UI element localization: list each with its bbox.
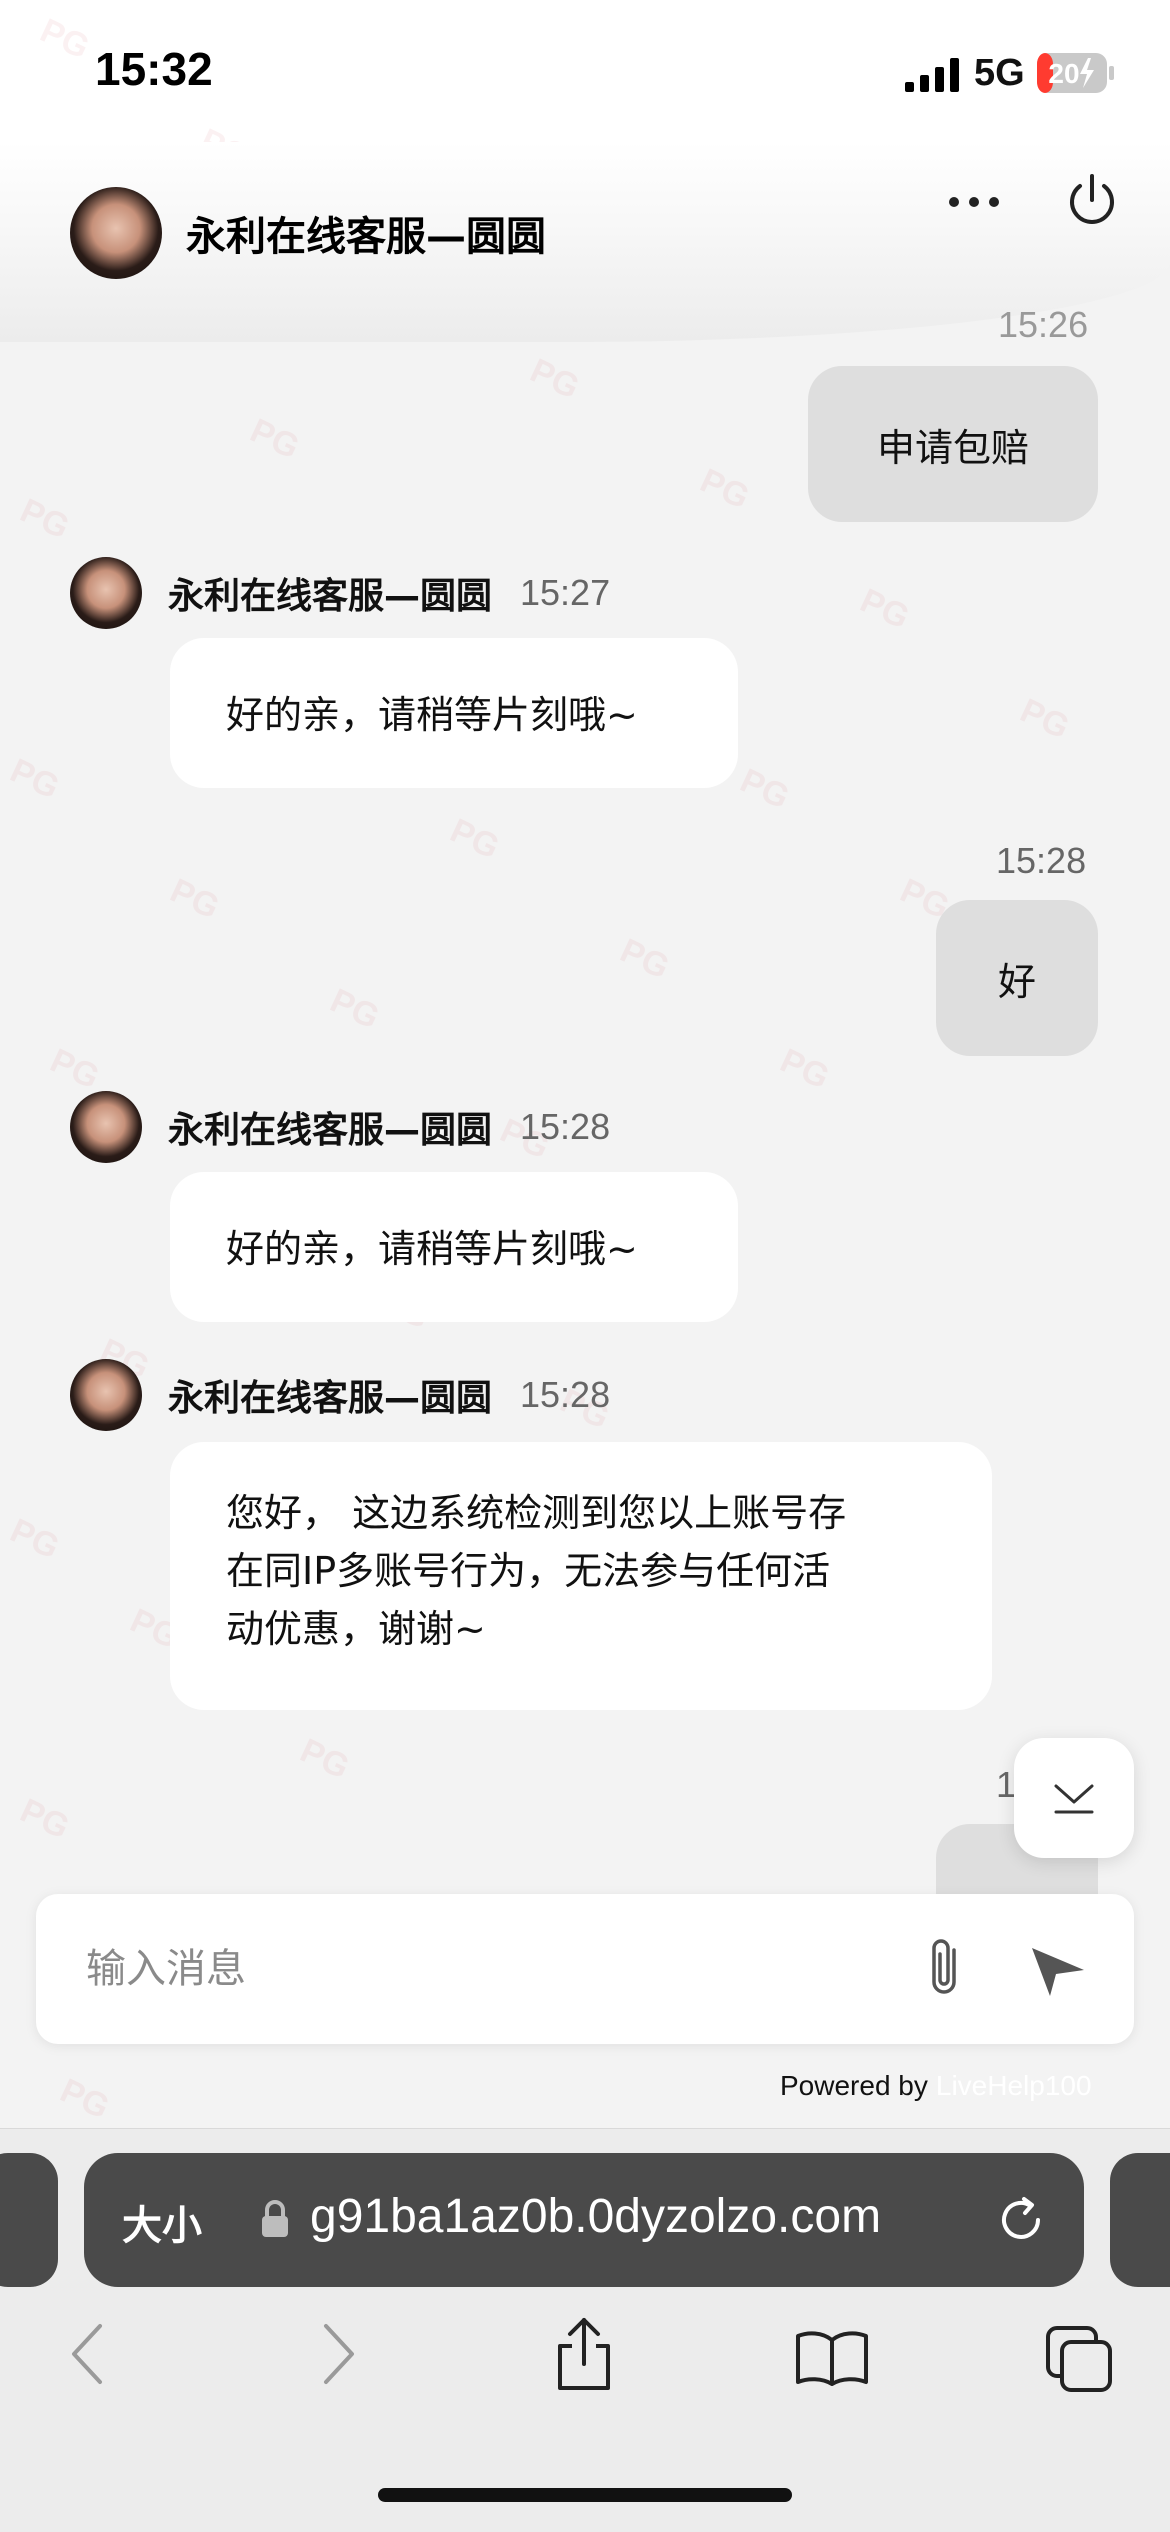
message-bubble-outgoing: 申请包赔 [808,366,1098,522]
chevron-down-icon [1054,1784,1094,1814]
message-bubble-incoming: 您好， 这边系统检测到您以上账号存 在同IP多账号行为，无法参与任何活 动优惠，… [170,1442,992,1710]
watermark: PG [14,1791,76,1847]
address-bar[interactable]: 大小 g91ba1az0b.0dyzolzo.com [84,2153,1084,2287]
watermark: PG [54,2071,116,2127]
battery-level: 20 [1048,58,1079,89]
status-bar: 15:32 5G 20 [0,0,1170,142]
attachment-icon[interactable] [916,1936,972,2002]
message-time: 15:28 [996,840,1087,881]
agent-message-header: 永利在线客服—圆圆 15:27 [70,556,610,630]
agent-avatar [70,1091,142,1163]
watermark: PG [294,1731,356,1787]
powered-by: Powered by LiveHelp100 [780,2070,1092,2102]
agent-name: 永利在线客服—圆圆 [168,1110,493,1151]
previous-tab-preview[interactable] [0,2153,58,2287]
next-tab-preview[interactable] [1110,2153,1170,2287]
message-time: 15:28 [520,1106,611,1147]
scroll-to-bottom-button[interactable] [1014,1738,1134,1858]
agent-avatar [70,557,142,629]
home-indicator[interactable] [378,2488,792,2502]
battery-icon: 20 [1037,53,1114,93]
watermark: PG [854,581,916,637]
message-time: 15:27 [520,572,611,613]
watermark: PG [4,1511,66,1567]
tabs-icon[interactable] [1044,2324,1114,2394]
message-bubble-incoming: 好的亲，请稍等片刻哦~ [170,638,738,788]
watermark: PG [14,491,76,547]
watermark: PG [1014,691,1076,747]
message-line: 在同IP多账号行为，无法参与任何活 [226,1549,831,1593]
reload-icon[interactable] [994,2193,1048,2247]
back-icon[interactable] [66,2320,110,2388]
agent-name: 永利在线客服—圆圆 [168,1378,493,1419]
watermark: PG [244,411,306,467]
power-icon[interactable] [1064,172,1120,228]
message-line: 动优惠，谢谢~ [226,1607,486,1651]
message-line: 您好， 这边系统检测到您以上账号存 [226,1491,847,1535]
message-time: 15:26 [998,304,1089,345]
watermark: PG [694,461,756,517]
share-icon[interactable] [552,2316,616,2392]
agent-message-header: 永利在线客服—圆圆 15:28 [70,1358,610,1432]
status-time: 15:32 [95,43,213,95]
network-label: 5G [974,52,1025,94]
message-time: 15:28 [520,1374,611,1415]
forward-icon[interactable] [316,2320,360,2388]
watermark: PG [324,981,386,1037]
watermark: PG [774,1041,836,1097]
message-bubble-incoming: 好的亲，请稍等片刻哦~ [170,1172,738,1322]
signal-icon [905,58,959,92]
text-size-button[interactable]: 大小 [122,2193,202,2251]
chat-header: 永利在线客服—圆圆 [0,142,1170,342]
watermark: PG [444,811,506,867]
powered-by-label: Powered by [780,2070,928,2101]
message-input[interactable] [86,1934,886,2004]
url-text: g91ba1az0b.0dyzolzo.com [310,2190,882,2243]
powered-by-link[interactable]: LiveHelp100 [936,2070,1092,2101]
agent-name: 永利在线客服—圆圆 [168,576,493,617]
agent-avatar [70,1359,142,1431]
message-composer [36,1894,1134,2044]
watermark: PG [164,871,226,927]
watermark: PG [4,751,66,807]
watermark: PG [524,351,586,407]
message-bubble-outgoing: 好 [936,900,1098,1056]
watermark: PG [614,931,676,987]
agent-message-header: 永利在线客服—圆圆 15:28 [70,1090,610,1164]
chat-title: 永利在线客服—圆圆 [186,214,546,260]
bookmarks-icon[interactable] [794,2328,870,2388]
watermark: PG [734,761,796,817]
agent-avatar [70,187,162,279]
send-icon[interactable] [1026,1940,1090,2000]
lock-icon [262,2200,288,2237]
more-options-icon[interactable] [948,194,1000,210]
